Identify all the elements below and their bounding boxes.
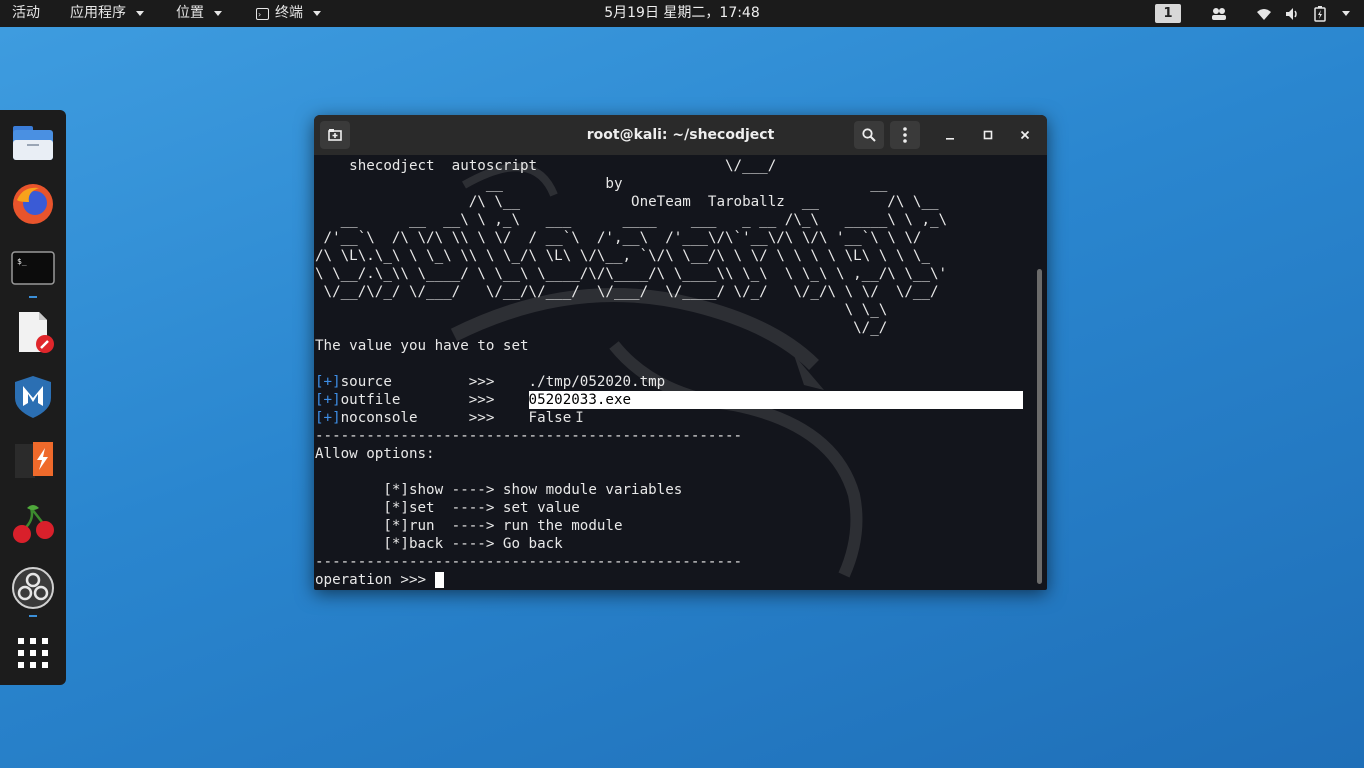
minimize-icon [946,138,954,140]
text-editor-icon[interactable] [9,308,57,356]
system-menu-chevron-icon[interactable] [1342,11,1350,16]
banner-line: shecodject autoscript \/___/ [315,158,777,174]
value-name: source >>> [340,374,529,390]
new-tab-icon [328,129,342,141]
divider-line: ----------------------------------------… [315,554,743,570]
maximize-button[interactable] [976,123,1000,147]
text-cursor-icon: I [575,410,584,426]
option-line: [*]show ----> show module variables [315,482,683,498]
applications-menu[interactable]: 应用程序 [70,0,144,27]
terminal-app-menu[interactable]: › 终端 [256,0,321,27]
chevron-down-icon [313,11,321,16]
banner-line: /\ \L\.\_\ \ \_\ \\ \ \_/\ \L\ \/\__, `\… [315,248,930,264]
window-titlebar[interactable]: root@kali: ~/shecodject [314,115,1047,155]
applications-label: 应用程序 [70,5,126,21]
option-line: [*]set ----> set value [315,500,580,516]
option-line: [*]back ----> Go back [315,536,563,552]
banner-line: /\ \__ OneTeam Taroballz __ /\ \__ [315,194,939,210]
banner-line: \ \_\ [315,302,888,318]
battery-icon[interactable] [1312,6,1328,22]
banner-line: __ __ __\ \ ,_\ ___ ____ ___ _ __ /\_\ _… [315,212,948,228]
banner-line: \/_/ [315,320,888,336]
value-prefix: [+] [315,374,341,390]
chevron-down-icon [136,11,144,16]
banner-line: \ \__/.\_\\ \____/ \ \__\ \____/\/\____/… [315,266,948,282]
terminal-output[interactable]: shecodject autoscript \/___/ __ by __ /\… [315,157,1035,590]
wifi-icon[interactable] [1256,6,1272,22]
app-grid-icon[interactable] [9,629,57,677]
activities-label: 活动 [12,5,40,21]
value-heading: The value you have to set [315,338,529,354]
banner-line: __ by __ [315,176,888,192]
workspace-indicator[interactable]: 1 [1155,4,1181,23]
value-value: False [528,410,572,426]
value-row-noconsole: [+]noconsole >>> False I [315,409,1035,427]
running-indicator [29,615,37,617]
value-prefix: [+] [315,410,341,426]
places-menu[interactable]: 位置 [176,0,222,27]
activities-button[interactable]: 活动 [12,0,40,27]
terminal-app-icon: › [256,7,269,20]
option-line: [*]run ----> run the module [315,518,623,534]
scrollbar[interactable] [1037,159,1043,584]
banner-line: \/__/\/_/ \/___/ \/__/\/___/ \/___/ \/__… [315,284,939,300]
scrollbar-thumb[interactable] [1037,269,1042,584]
options-heading: Allow options: [315,446,435,462]
kebab-menu-icon [903,127,907,143]
new-tab-button[interactable] [320,121,350,149]
people-icon[interactable] [1211,6,1227,22]
value-row-source: [+]source >>> ./tmp/052020.tmp [315,373,1035,391]
terminal-cursor [434,572,444,588]
cherrytree-icon[interactable] [9,500,57,548]
terminal-icon[interactable]: $_ [9,244,57,292]
value-name: outfile >>> [340,392,529,408]
chevron-down-icon [214,11,222,16]
menu-button[interactable] [890,121,920,149]
search-button[interactable] [854,121,884,149]
close-button[interactable] [1013,123,1037,147]
divider-line: ----------------------------------------… [315,428,743,444]
value-row-outfile: [+]outfile >>> 05202033.exe [315,391,1035,409]
terminal-window[interactable]: root@kali: ~/shecodject shecodject autos… [314,115,1047,590]
dock: $_ [0,110,66,685]
value-name: noconsole >>> [340,410,529,426]
maximize-icon [983,130,993,140]
value-value-selected[interactable]: 05202033.exe [528,391,1023,409]
search-icon [862,128,876,142]
firefox-icon[interactable] [9,180,57,228]
prompt-text: operation >>> [315,572,435,588]
banner-line: /'__`\ /\ \/\ \\ \ \/ / __`\ /',__\ /'__… [315,230,922,246]
top-bar: 活动 应用程序 位置 › 终端 5月19日 星期二，17:48 1 [0,0,1364,27]
minimize-button[interactable] [938,123,962,147]
svg-text:$_: $_ [17,257,27,266]
volume-icon[interactable] [1284,6,1300,22]
running-indicator [29,296,37,298]
close-icon [1020,130,1030,140]
burpsuite-icon[interactable] [9,436,57,484]
prompt-line[interactable]: operation >>> [315,571,1035,589]
value-prefix: [+] [315,392,341,408]
obs-icon[interactable] [9,564,57,612]
files-icon[interactable] [9,118,57,166]
value-value: ./tmp/052020.tmp [528,374,666,390]
metasploit-icon[interactable] [9,372,57,420]
terminal-app-label: 终端 [275,5,303,21]
places-label: 位置 [176,5,204,21]
